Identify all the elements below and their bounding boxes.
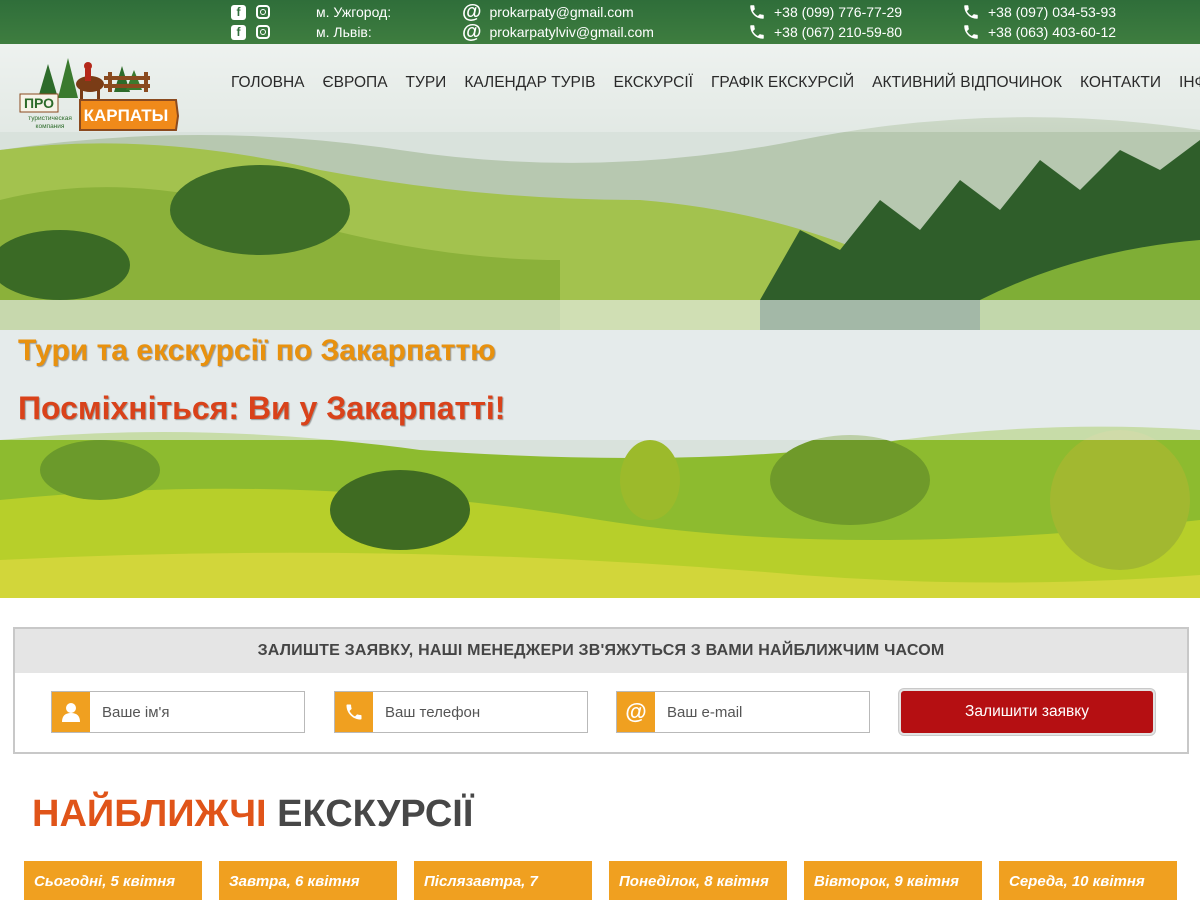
phone-3[interactable]: +38 (097) 034-53-93: [962, 2, 1116, 22]
day-tab-day-after[interactable]: Післязавтра, 7: [414, 861, 592, 900]
phone-icon: [750, 25, 764, 39]
nav-item-active-rest[interactable]: АКТИВНИЙ ВІДПОЧИНОК: [863, 74, 1071, 92]
nav-item-tours[interactable]: ТУРИ: [397, 74, 456, 92]
email-field[interactable]: @: [616, 691, 870, 733]
title-rest: ЕКСКУРСІЇ: [277, 793, 474, 835]
nearest-excursions-title: НАЙБЛИЖЧІ ЕКСКУРСІЇ: [32, 793, 473, 836]
day-tab-today[interactable]: Сьогодні, 5 квітня: [24, 861, 202, 900]
phone-icon: [335, 692, 373, 732]
instagram-icon[interactable]: [256, 25, 270, 39]
nav-item-europe[interactable]: ЄВРОПА: [314, 74, 397, 92]
name-field[interactable]: [51, 691, 305, 733]
phone-field[interactable]: [334, 691, 588, 733]
day-tab-tuesday[interactable]: Вівторок, 9 квітня: [804, 861, 982, 900]
nav-item-excursion-schedule[interactable]: ГРАФІК ЕКСКУРСІЙ: [702, 74, 863, 92]
nav-item-excursions[interactable]: ЕКСКУРСІЇ: [605, 74, 702, 92]
phone-2-text: +38 (067) 210-59-80: [774, 24, 903, 40]
logo-pro-text: ПРО: [24, 95, 54, 111]
nav-item-info[interactable]: ІНФО: [1170, 74, 1200, 92]
email-icon: @: [462, 21, 482, 43]
phone-icon: [750, 5, 764, 19]
hero-banner: f f м. Ужгород: м. Львів: @ prokarpaty@g…: [0, 0, 1200, 598]
excursion-days-tabs: Сьогодні, 5 квітня Завтра, 6 квітня Післ…: [24, 861, 1184, 900]
email-uzhhorod-text: prokarpaty@gmail.com: [489, 4, 634, 20]
email-lviv[interactable]: @ prokarpatylviv@gmail.com: [462, 22, 654, 42]
social-row-2: f: [231, 22, 270, 42]
phone-4[interactable]: +38 (063) 403-60-12: [962, 22, 1116, 42]
request-form-heading: ЗАЛИШТЕ ЗАЯВКУ, НАШІ МЕНЕДЖЕРИ ЗВ'ЯЖУТЬС…: [15, 629, 1187, 673]
day-tab-wednesday[interactable]: Середа, 10 квітня: [999, 861, 1177, 900]
logo-subtitle-2: компания: [36, 123, 65, 130]
phone-2[interactable]: +38 (067) 210-59-80: [748, 22, 902, 42]
phone-4-text: +38 (063) 403-60-12: [988, 24, 1117, 40]
email-icon: @: [617, 692, 655, 732]
phone-1[interactable]: +38 (099) 776-77-29: [748, 2, 902, 22]
day-tab-monday[interactable]: Понеділок, 8 квітня: [609, 861, 787, 900]
phone-icon: [964, 25, 978, 39]
email-lviv-text: prokarpatylviv@gmail.com: [489, 24, 654, 40]
name-input[interactable]: [90, 693, 290, 731]
nav-item-tour-calendar[interactable]: КАЛЕНДАР ТУРІВ: [455, 74, 604, 92]
hero-tagline-secondary: Посміхніться: Ви у Закарпатті!: [18, 390, 506, 426]
city-uzhhorod: м. Ужгород:: [316, 4, 392, 20]
day-tab-tomorrow[interactable]: Завтра, 6 квітня: [219, 861, 397, 900]
phone-icon: [964, 5, 978, 19]
company-logo[interactable]: ПРО КАРПАТЫ туристическая компания: [18, 50, 184, 132]
logo-subtitle-1: туристическая: [28, 115, 72, 122]
title-accent: НАЙБЛИЖЧІ: [32, 793, 267, 835]
email-icon: @: [462, 1, 482, 23]
phone-1-text: +38 (099) 776-77-29: [774, 4, 903, 20]
logo-karpaty-text: КАРПАТЫ: [84, 106, 169, 125]
instagram-icon[interactable]: [256, 5, 270, 19]
city-lviv: м. Львів:: [316, 24, 372, 40]
submit-request-button[interactable]: Залишити заявку: [899, 689, 1155, 735]
social-row-1: f: [231, 2, 270, 22]
request-form: ЗАЛИШТЕ ЗАЯВКУ, НАШІ МЕНЕДЖЕРИ ЗВ'ЯЖУТЬС…: [13, 627, 1189, 754]
top-contact-bar: f f м. Ужгород: м. Львів: @ prokarpaty@g…: [0, 0, 1200, 44]
phone-3-text: +38 (097) 034-53-93: [988, 4, 1117, 20]
user-icon: [52, 692, 90, 732]
facebook-icon[interactable]: f: [231, 24, 246, 40]
hero-tagline-primary: Тури та екскурсії по Закарпаттю: [18, 334, 496, 367]
facebook-icon[interactable]: f: [231, 4, 246, 20]
phone-input[interactable]: [373, 693, 573, 731]
nav-item-contacts[interactable]: КОНТАКТИ: [1071, 74, 1170, 92]
nav-item-home[interactable]: ГОЛОВНА: [222, 74, 314, 92]
email-uzhhorod[interactable]: @ prokarpaty@gmail.com: [462, 2, 634, 22]
main-nav: ГОЛОВНА ЄВРОПА ТУРИ КАЛЕНДАР ТУРІВ ЕКСКУ…: [222, 74, 1200, 92]
email-input[interactable]: [655, 693, 855, 731]
